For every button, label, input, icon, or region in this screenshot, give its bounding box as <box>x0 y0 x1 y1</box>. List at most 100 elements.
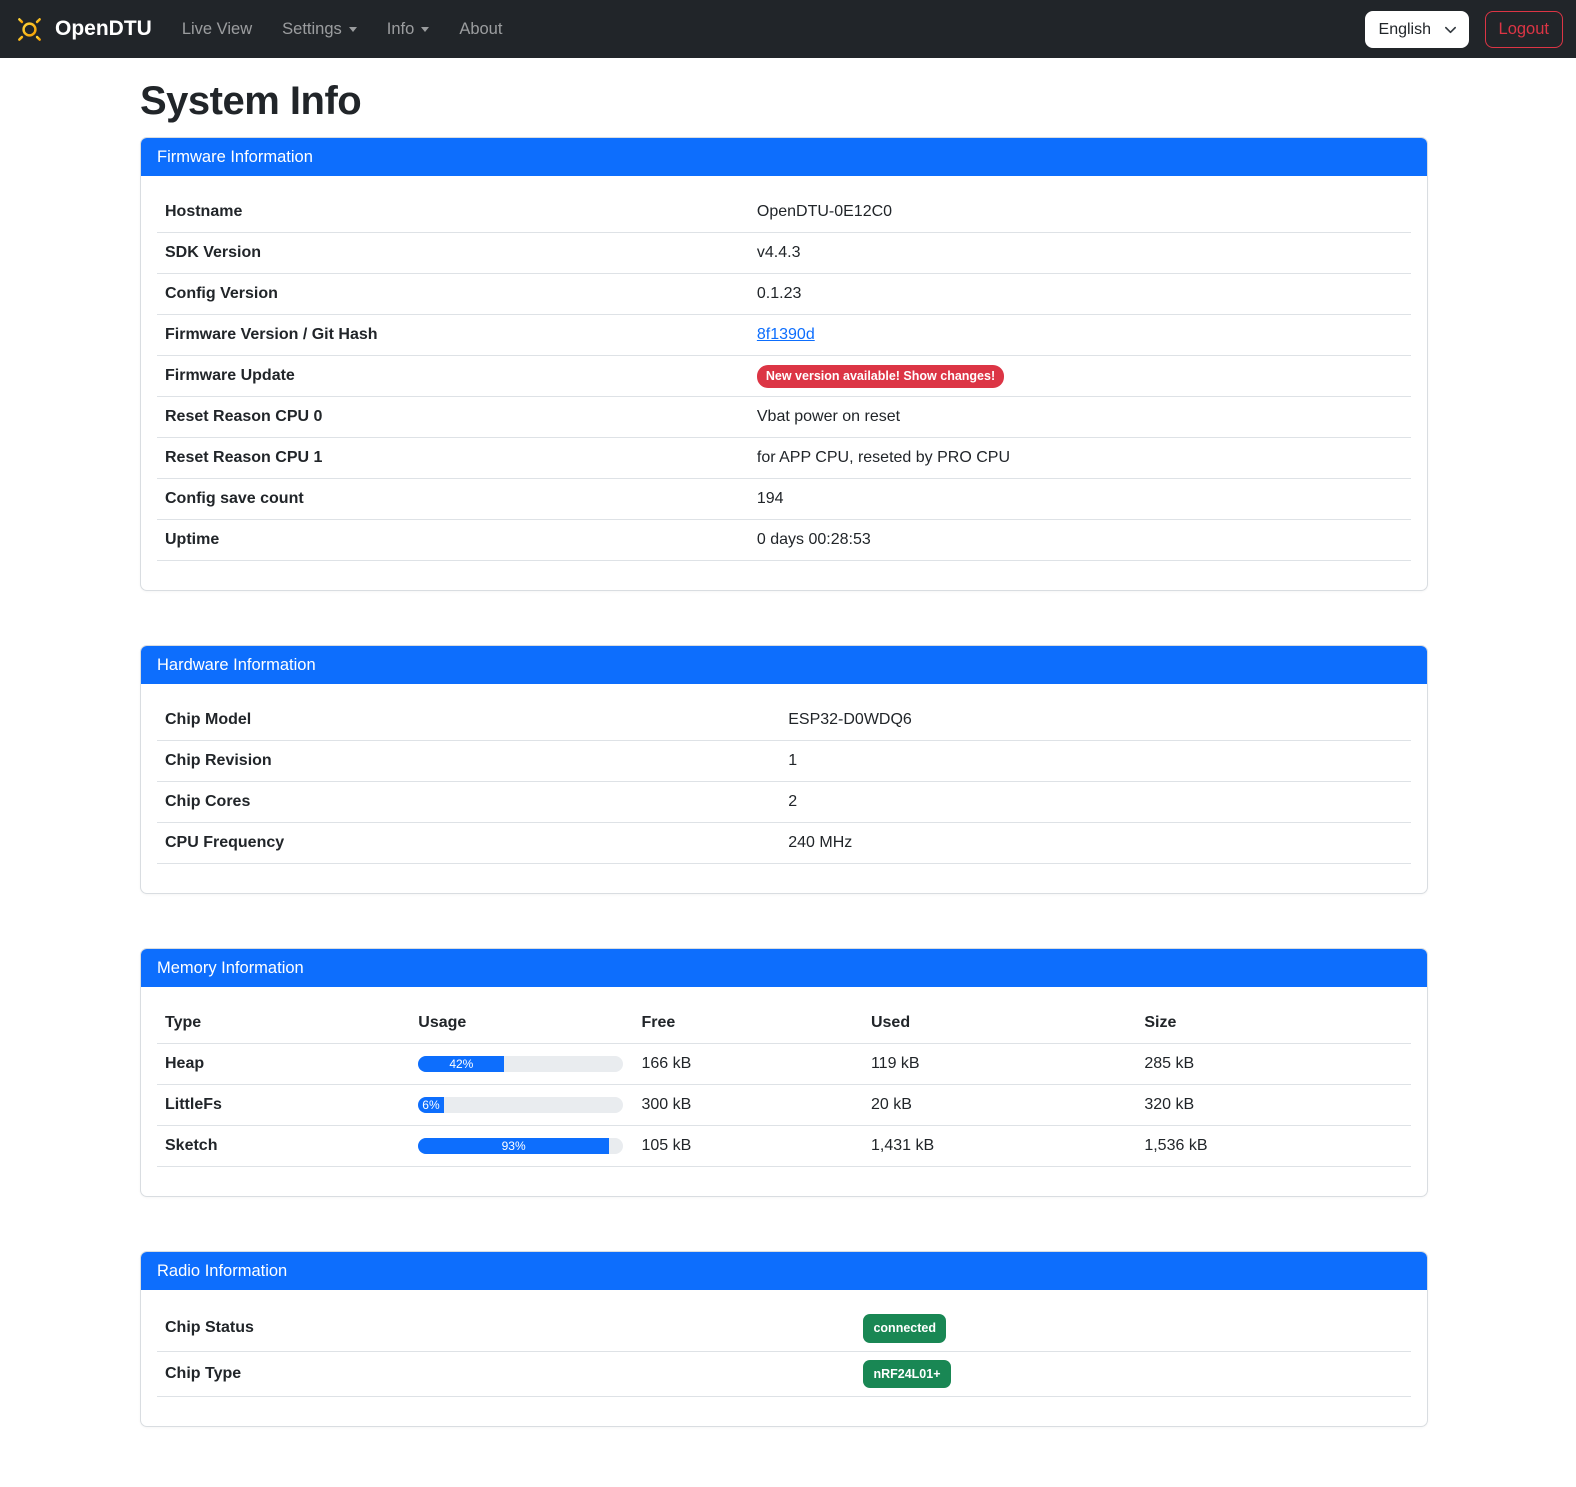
memory-type: LittleFs <box>157 1085 410 1126</box>
row-value: ESP32-D0WDQ6 <box>780 700 1411 741</box>
language-select[interactable]: English <box>1365 11 1469 48</box>
nav-item-info[interactable]: Info <box>379 12 438 47</box>
row-value: 8f1390d <box>749 315 1411 356</box>
size-value: 1,536 kB <box>1136 1126 1411 1167</box>
navbar-right: English Logout <box>1365 11 1563 48</box>
row-value: 1 <box>780 741 1411 782</box>
table-row: Chip Model ESP32-D0WDQ6 <box>157 700 1411 741</box>
table-row: Firmware Version / Git Hash 8f1390d <box>157 315 1411 356</box>
memory-table: Type Usage Free Used Size Heap 42% <box>157 1003 1411 1167</box>
language-select-wrap: English <box>1365 11 1469 48</box>
used-value: 1,431 kB <box>863 1126 1136 1167</box>
nav-item-live-view-label: Live View <box>182 20 252 39</box>
row-value: connected <box>855 1306 1411 1351</box>
nav-links: Live View Settings Info About <box>174 12 525 47</box>
brand[interactable]: OpenDTU <box>13 13 152 46</box>
firmware-information-card: Firmware Information Hostname OpenDTU-0E… <box>140 137 1428 591</box>
table-row: Firmware Update New version available! S… <box>157 356 1411 397</box>
table-row: Chip Cores 2 <box>157 782 1411 823</box>
column-header-usage: Usage <box>410 1003 633 1044</box>
row-label: CPU Frequency <box>157 823 780 864</box>
table-row: Reset Reason CPU 0 Vbat power on reset <box>157 397 1411 438</box>
brand-label: OpenDTU <box>55 17 152 41</box>
row-value: for APP CPU, reseted by PRO CPU <box>749 438 1411 479</box>
row-label: Uptime <box>157 520 749 561</box>
hardware-card-header: Hardware Information <box>141 646 1427 684</box>
git-hash-link[interactable]: 8f1390d <box>757 326 815 343</box>
logout-button[interactable]: Logout <box>1485 11 1563 48</box>
table-row: Chip Revision 1 <box>157 741 1411 782</box>
table-row: LittleFs 6% 300 kB 20 kB 320 kB <box>157 1085 1411 1126</box>
row-value: 0 days 00:28:53 <box>749 520 1411 561</box>
progress-track: 93% <box>418 1138 623 1154</box>
row-label: Chip Cores <box>157 782 780 823</box>
progress-bar: 42% <box>418 1056 504 1072</box>
row-value: nRF24L01+ <box>855 1351 1411 1397</box>
table-row: Reset Reason CPU 1 for APP CPU, reseted … <box>157 438 1411 479</box>
row-label: Chip Status <box>157 1306 855 1351</box>
nav-item-settings[interactable]: Settings <box>274 12 365 47</box>
chevron-down-icon <box>349 27 357 32</box>
free-value: 166 kB <box>634 1044 863 1085</box>
free-value: 300 kB <box>634 1085 863 1126</box>
table-header-row: Type Usage Free Used Size <box>157 1003 1411 1044</box>
nav-item-live-view[interactable]: Live View <box>174 12 260 47</box>
row-value: New version available! Show changes! <box>749 356 1411 397</box>
row-value: OpenDTU-0E12C0 <box>749 192 1411 233</box>
firmware-table: Hostname OpenDTU-0E12C0 SDK Version v4.4… <box>157 192 1411 561</box>
column-header-free: Free <box>634 1003 863 1044</box>
table-row: Hostname OpenDTU-0E12C0 <box>157 192 1411 233</box>
table-row: SDK Version v4.4.3 <box>157 233 1411 274</box>
table-row: CPU Frequency 240 MHz <box>157 823 1411 864</box>
row-value: 194 <box>749 479 1411 520</box>
row-label: Reset Reason CPU 0 <box>157 397 749 438</box>
row-label: Chip Revision <box>157 741 780 782</box>
size-value: 285 kB <box>1136 1044 1411 1085</box>
table-row: Config save count 194 <box>157 479 1411 520</box>
column-header-used: Used <box>863 1003 1136 1044</box>
free-value: 105 kB <box>634 1126 863 1167</box>
hardware-table: Chip Model ESP32-D0WDQ6 Chip Revision 1 … <box>157 700 1411 864</box>
page-title: System Info <box>140 79 1428 124</box>
row-value: v4.4.3 <box>749 233 1411 274</box>
memory-type: Heap <box>157 1044 410 1085</box>
row-label: Config save count <box>157 479 749 520</box>
progress-track: 42% <box>418 1056 623 1072</box>
hardware-card-body: Chip Model ESP32-D0WDQ6 Chip Revision 1 … <box>141 684 1427 893</box>
memory-card-body: Type Usage Free Used Size Heap 42% <box>141 987 1427 1196</box>
column-header-type: Type <box>157 1003 410 1044</box>
column-header-size: Size <box>1136 1003 1411 1044</box>
progress-track: 6% <box>418 1097 623 1113</box>
row-label: Reset Reason CPU 1 <box>157 438 749 479</box>
row-label: Chip Type <box>157 1351 855 1397</box>
row-label: Chip Model <box>157 700 780 741</box>
used-value: 119 kB <box>863 1044 1136 1085</box>
chevron-down-icon <box>421 27 429 32</box>
radio-card-header: Radio Information <box>141 1252 1427 1290</box>
row-value: 2 <box>780 782 1411 823</box>
row-value: 0.1.23 <box>749 274 1411 315</box>
table-row: Sketch 93% 105 kB 1,431 kB 1,536 kB <box>157 1126 1411 1167</box>
progress-bar: 6% <box>418 1097 443 1113</box>
row-label: Hostname <box>157 192 749 233</box>
table-row: Heap 42% 166 kB 119 kB 285 kB <box>157 1044 1411 1085</box>
sun-icon <box>13 13 46 46</box>
row-value: 240 MHz <box>780 823 1411 864</box>
firmware-update-badge[interactable]: New version available! Show changes! <box>757 365 1004 388</box>
size-value: 320 kB <box>1136 1085 1411 1126</box>
row-label: Firmware Update <box>157 356 749 397</box>
usage-cell: 93% <box>410 1126 633 1167</box>
usage-cell: 42% <box>410 1044 633 1085</box>
nav-item-about-label: About <box>459 20 502 39</box>
firmware-card-header: Firmware Information <box>141 138 1427 176</box>
nav-item-about[interactable]: About <box>451 12 510 47</box>
chip-type-badge: nRF24L01+ <box>863 1360 950 1389</box>
table-row: Chip Status connected <box>157 1306 1411 1351</box>
progress-bar: 93% <box>418 1138 609 1154</box>
table-row: Chip Type nRF24L01+ <box>157 1351 1411 1397</box>
table-row: Uptime 0 days 00:28:53 <box>157 520 1411 561</box>
memory-type: Sketch <box>157 1126 410 1167</box>
memory-information-card: Memory Information Type Usage Free Used … <box>140 948 1428 1197</box>
firmware-card-body: Hostname OpenDTU-0E12C0 SDK Version v4.4… <box>141 176 1427 590</box>
nav-item-settings-label: Settings <box>282 20 342 39</box>
